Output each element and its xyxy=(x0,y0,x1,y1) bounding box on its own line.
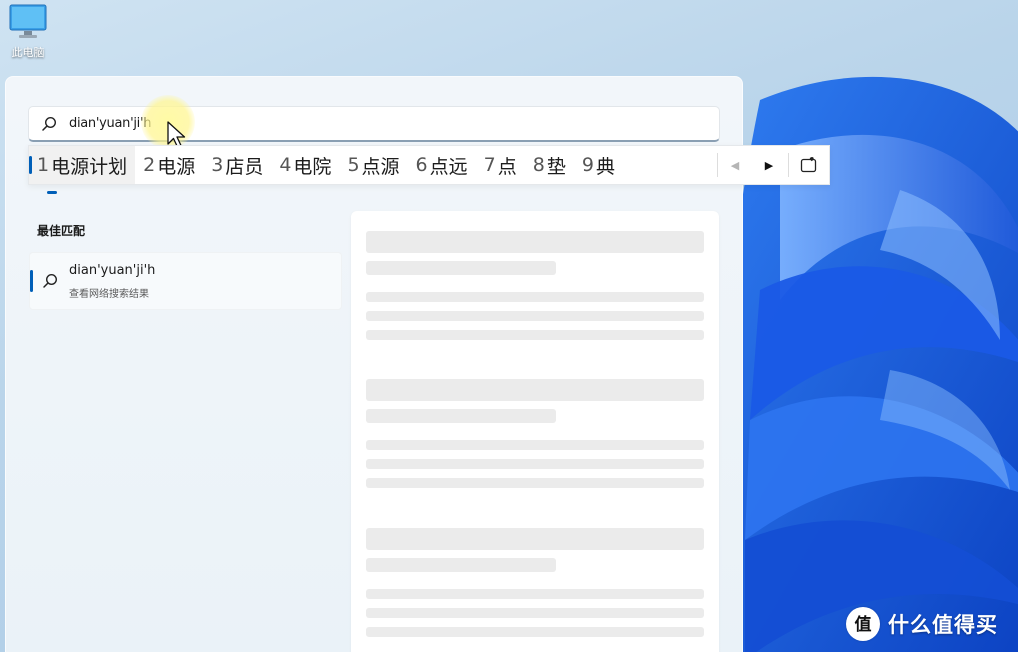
watermark: 值 什么值得买 xyxy=(846,604,998,644)
wallpaper-bloom xyxy=(700,40,1018,652)
ime-prev-page-button[interactable]: ◀ xyxy=(718,146,752,184)
preview-pane xyxy=(351,211,719,652)
skeleton-line xyxy=(366,627,704,637)
emoji-panel-icon[interactable] xyxy=(789,146,829,184)
ime-candidate-3[interactable]: 3 店员 xyxy=(203,146,271,184)
active-tab-indicator xyxy=(47,191,57,194)
ime-candidate-text: 店员 xyxy=(225,155,264,178)
skeleton-line xyxy=(366,311,704,321)
skeleton-line xyxy=(366,292,704,302)
skeleton-line xyxy=(366,440,704,450)
computer-icon xyxy=(9,4,47,38)
ime-candidate-6[interactable]: 6 点远 xyxy=(408,146,476,184)
ime-candidate-text: 点源 xyxy=(361,155,400,178)
ime-candidate-text: 点 xyxy=(497,155,517,178)
watermark-text: 什么值得买 xyxy=(888,613,998,637)
ime-candidate-9[interactable]: 9 典 xyxy=(574,146,623,184)
search-box[interactable] xyxy=(28,106,720,142)
ime-candidate-text: 电源计划 xyxy=(51,155,128,178)
best-match-heading: 最佳匹配 xyxy=(37,224,86,238)
ime-candidate-text: 电院 xyxy=(293,155,332,178)
skeleton-line xyxy=(366,589,704,599)
zhi-logo-icon: 值 xyxy=(846,607,880,641)
ime-candidate-text: 典 xyxy=(595,155,615,178)
skeleton-line xyxy=(366,459,704,469)
skeleton-line xyxy=(366,528,704,550)
desktop-icon-label: 此电脑 xyxy=(11,46,45,59)
skeleton-line xyxy=(366,231,704,253)
desktop-icon-this-pc[interactable]: 此电脑 xyxy=(6,4,50,60)
ime-candidate-bar: 1 电源计划 2 电源 3 店员 4 电院 5 点源 6 点远 7 点 8 垫 … xyxy=(28,145,830,185)
ime-candidate-5[interactable]: 5 点源 xyxy=(339,146,407,184)
ime-candidate-8[interactable]: 8 垫 xyxy=(525,146,574,184)
ime-candidate-text: 垫 xyxy=(546,155,566,178)
ime-next-page-button[interactable]: ▶ xyxy=(752,146,786,184)
skeleton-line xyxy=(366,330,704,340)
best-match-item[interactable]: dian'yuan'ji'h 查看网络搜索结果 xyxy=(29,252,342,310)
skeleton-line xyxy=(366,379,704,401)
best-match-title: dian'yuan'ji'h xyxy=(69,263,156,278)
ime-candidate-4[interactable]: 4 电院 xyxy=(271,146,339,184)
skeleton-line xyxy=(366,608,704,618)
ime-candidate-text: 电源 xyxy=(157,155,196,178)
ime-candidate-1[interactable]: 1 电源计划 xyxy=(29,146,136,184)
selection-accent xyxy=(30,270,33,292)
skeleton-line xyxy=(366,478,704,488)
search-icon xyxy=(29,107,69,141)
ime-candidate-7[interactable]: 7 点 xyxy=(476,146,525,184)
skeleton-line xyxy=(366,558,556,572)
svg-text:值: 值 xyxy=(855,614,872,635)
search-icon xyxy=(42,273,58,293)
ime-candidate-2[interactable]: 2 电源 xyxy=(135,146,203,184)
skeleton-line xyxy=(366,409,556,423)
ime-candidate-text: 点远 xyxy=(429,155,468,178)
best-match-subtitle: 查看网络搜索结果 xyxy=(69,289,149,300)
skeleton-line xyxy=(366,261,556,275)
